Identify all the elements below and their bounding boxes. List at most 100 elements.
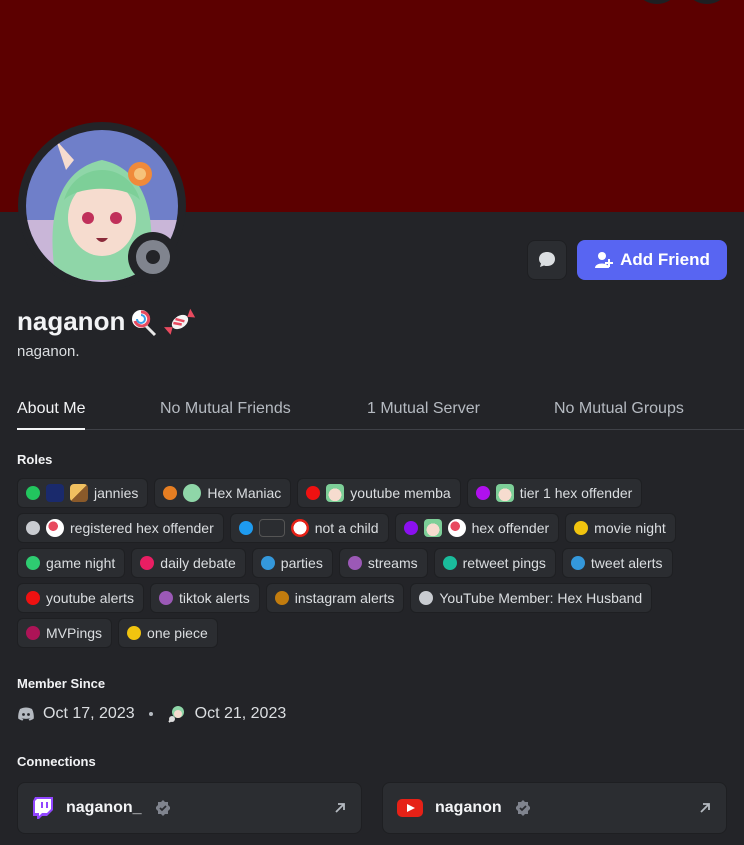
- role-chip[interactable]: jannies: [17, 478, 149, 508]
- add-friend-label: Add Friend: [620, 250, 710, 269]
- roles-row: youtube alerts tiktok alerts instagram ale…: [17, 583, 717, 613]
- role-chip[interactable]: Hex Maniac: [154, 478, 292, 508]
- role-label: registered hex offender: [70, 520, 214, 536]
- member-since-row: Oct 17, 2023 Oct 21, 2023: [17, 704, 286, 724]
- role-chip[interactable]: registered hex offender: [17, 513, 224, 543]
- role-chip[interactable]: game night: [17, 548, 126, 578]
- role-label: youtube memba: [350, 485, 451, 501]
- role-label: retweet pings: [462, 555, 546, 571]
- role-chip[interactable]: instagram alerts: [265, 583, 405, 613]
- role-chip[interactable]: tier 1 hex offender: [466, 478, 643, 508]
- role-chip[interactable]: not a child: [229, 513, 389, 543]
- role-color-dot: [475, 486, 490, 500]
- role-label: movie night: [594, 520, 666, 536]
- verified-icon: [515, 800, 530, 816]
- chat-bubble-icon: [539, 252, 555, 267]
- role-color-dot: [26, 486, 40, 500]
- server-join-date: Oct 21, 2023: [194, 705, 287, 722]
- roles-heading: Roles: [17, 452, 53, 467]
- ftm-sign-icon: [46, 484, 64, 502]
- avatar-frame: [18, 122, 186, 290]
- 18-icon: [290, 519, 309, 537]
- add-user-icon: [595, 252, 614, 268]
- role-label: not a child: [314, 520, 379, 536]
- role-label: daily debate: [160, 555, 236, 571]
- display-name: naganon: [17, 306, 126, 336]
- role-color-dot: [574, 521, 589, 535]
- chibi-face-icon: [326, 484, 345, 502]
- roles-row: game night daily debate parties streams retw…: [17, 548, 717, 578]
- verified-icon: [155, 800, 170, 816]
- role-label: tweet alerts: [590, 555, 663, 571]
- roles-row: MVPings one piece: [17, 618, 717, 648]
- chibi-face-icon: [495, 484, 514, 502]
- role-label: hex offender: [471, 520, 550, 536]
- role-chip[interactable]: MVPings: [17, 618, 113, 648]
- role-chip[interactable]: one piece: [118, 618, 218, 648]
- lollipop-icon: [132, 309, 157, 336]
- role-label: jannies: [94, 485, 139, 501]
- connection-name: naganon: [435, 799, 502, 816]
- discord-join-date: Oct 17, 2023: [43, 705, 135, 722]
- role-color-dot: [163, 486, 178, 500]
- role-chip[interactable]: retweet pings: [433, 548, 556, 578]
- role-label: tiktok alerts: [178, 590, 250, 606]
- roles-row: jannies Hex Maniac youtube memba tier 1 hex…: [17, 478, 717, 508]
- role-color-dot: [570, 556, 585, 570]
- role-color-dot: [419, 591, 434, 605]
- separator-dot: [148, 712, 153, 716]
- role-color-dot: [26, 556, 40, 570]
- tab-about-me[interactable]: About Me: [17, 400, 86, 430]
- role-label: game night: [46, 555, 116, 571]
- role-label: streams: [367, 555, 418, 571]
- role-chip[interactable]: streams: [338, 548, 428, 578]
- role-color-dot: [26, 591, 40, 605]
- role-chip[interactable]: movie night: [565, 513, 676, 543]
- chibi-face-icon: [423, 519, 442, 537]
- lollipop-icon: [46, 519, 64, 537]
- role-label: youtube alerts: [46, 590, 134, 606]
- server-icon: [167, 706, 184, 723]
- connection-youtube[interactable]: naganon: [382, 782, 727, 834]
- role-color-dot: [274, 591, 289, 605]
- youtube-icon: [397, 799, 423, 817]
- member-since-heading: Member Since: [17, 676, 106, 691]
- role-label: Hex Maniac: [207, 485, 282, 501]
- connections-heading: Connections: [17, 754, 96, 769]
- display-name-row: naganon: [17, 306, 197, 337]
- external-link-icon[interactable]: [698, 801, 712, 815]
- chibi-icon: [183, 484, 202, 502]
- role-chip[interactable]: hex offender: [394, 513, 560, 543]
- tab-mutual-servers[interactable]: 1 Mutual Server: [367, 400, 480, 430]
- profile-tabs: About Me No Mutual Friends 1 Mutual Serv…: [17, 400, 744, 430]
- role-chip[interactable]: YouTube Member: Hex Husband: [410, 583, 653, 613]
- tab-mutual-friends[interactable]: No Mutual Friends: [160, 400, 291, 430]
- role-color-dot: [347, 556, 362, 570]
- role-chip[interactable]: daily debate: [131, 548, 246, 578]
- roles-row: registered hex offender not a child hex of…: [17, 513, 717, 543]
- window-controls[interactable]: [640, 0, 724, 4]
- role-color-dot: [260, 556, 275, 570]
- tab-mutual-groups[interactable]: No Mutual Groups: [554, 400, 684, 430]
- message-button[interactable]: [527, 240, 567, 280]
- role-color-dot: [127, 626, 142, 640]
- connection-twitch[interactable]: naganon_: [17, 782, 362, 834]
- role-chip[interactable]: parties: [251, 548, 333, 578]
- role-color-dot: [442, 556, 457, 570]
- role-color-dot: [26, 626, 40, 640]
- connection-name: naganon_: [66, 799, 142, 816]
- role-chip[interactable]: youtube alerts: [17, 583, 144, 613]
- role-color-dot: [158, 591, 173, 605]
- username: naganon.: [17, 343, 80, 360]
- role-chip[interactable]: tweet alerts: [561, 548, 673, 578]
- broom-icon: [70, 484, 88, 502]
- role-chip[interactable]: youtube memba: [297, 478, 461, 508]
- role-label: instagram alerts: [294, 590, 395, 606]
- role-chip[interactable]: tiktok alerts: [149, 583, 260, 613]
- discord-icon: [18, 707, 34, 721]
- role-label: YouTube Member: Hex Husband: [439, 590, 643, 606]
- role-color-dot: [306, 486, 321, 500]
- role-color-dot: [238, 521, 253, 535]
- add-friend-button[interactable]: Add Friend: [577, 240, 727, 280]
- external-link-icon[interactable]: [333, 801, 347, 815]
